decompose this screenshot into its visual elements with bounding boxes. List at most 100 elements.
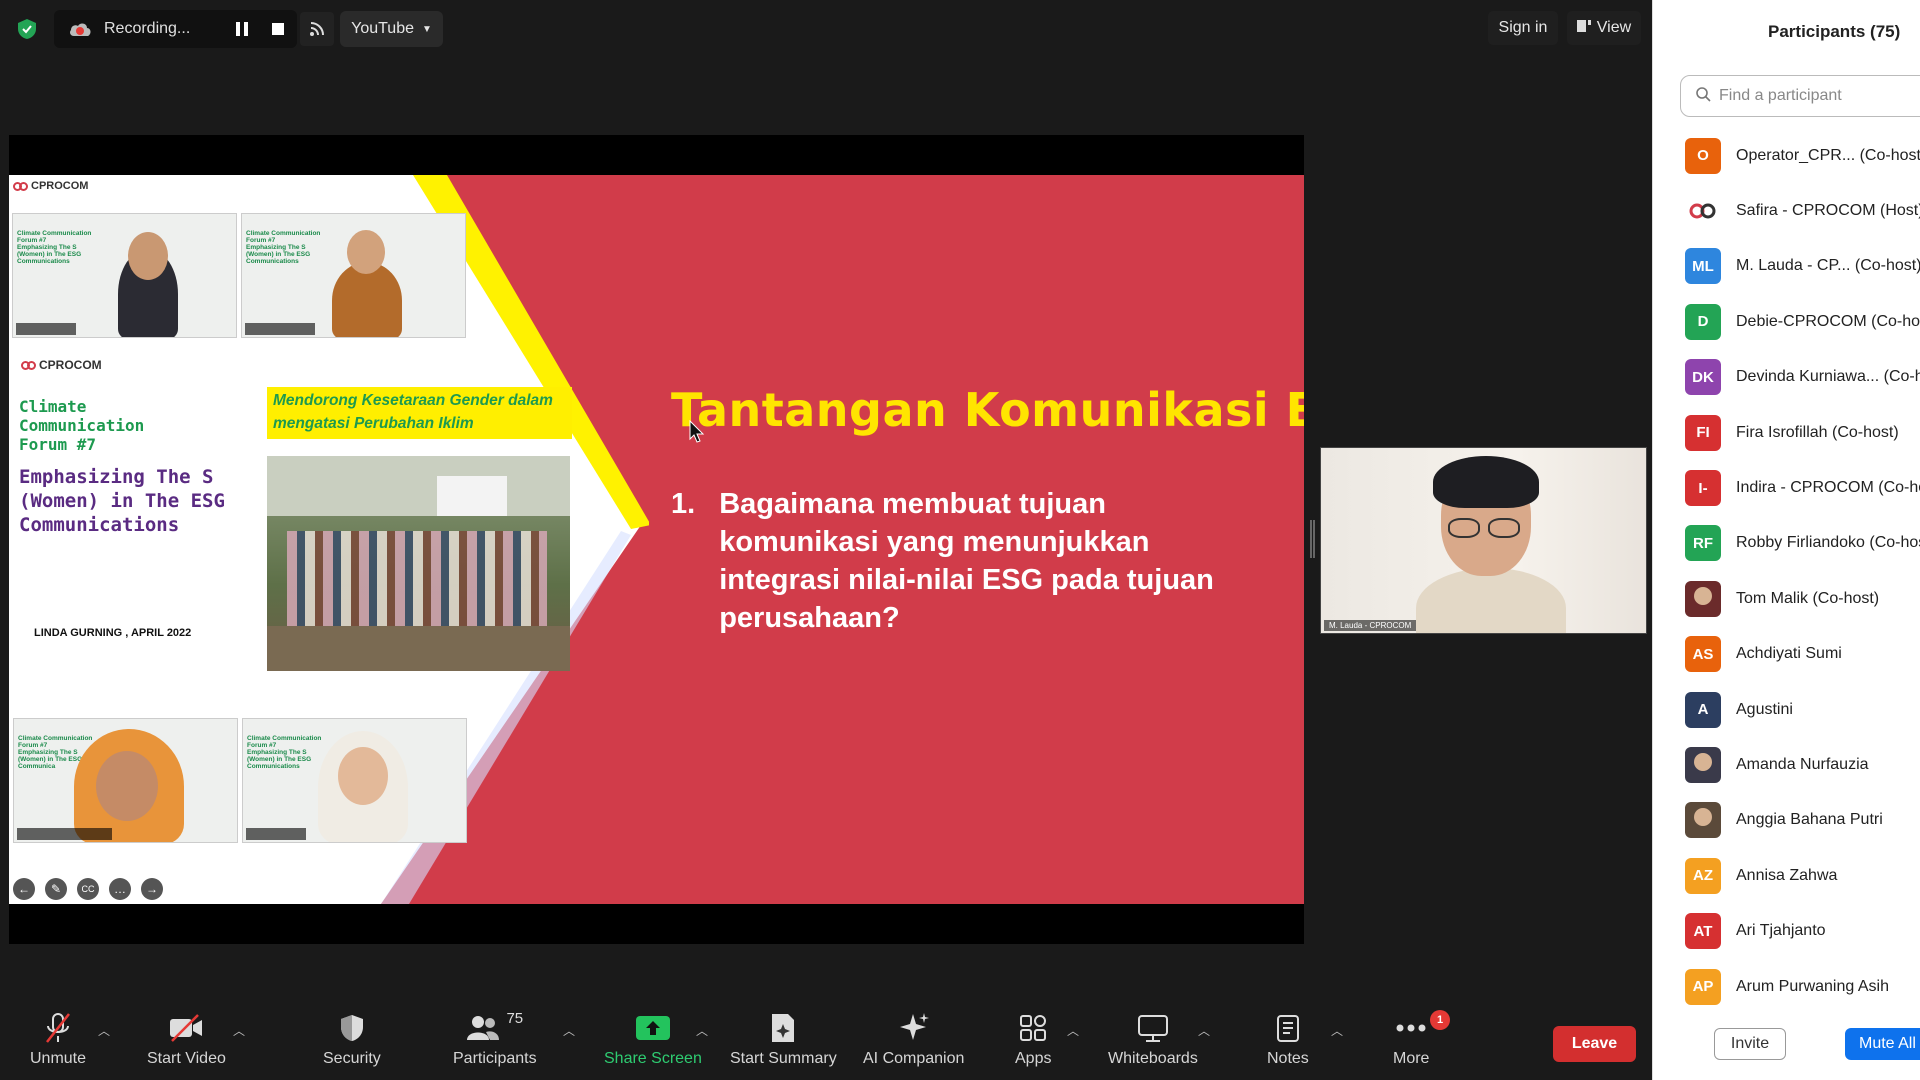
participant-avatar <box>1685 802 1721 839</box>
participant-avatar: O <box>1685 137 1721 174</box>
participant-avatar: A <box>1685 691 1721 728</box>
apps-button[interactable]: Apps <box>1015 1010 1051 1068</box>
speaker-video-tile[interactable]: M. Lauda - CPROCOM <box>1320 447 1647 634</box>
participant-name: Amanda Nurfauzia <box>1736 755 1869 773</box>
participant-row[interactable]: Safira - CPROCOM (Host) <box>1653 183 1920 238</box>
participant-row[interactable]: I- Indira - CPROCOM (Co-host) <box>1653 460 1920 515</box>
participant-row[interactable]: RF Robby Firliandoko (Co-host) <box>1653 516 1920 571</box>
gender-equality-banner: Mendorong Kesetaraan Gender dalam mengat… <box>267 387 572 439</box>
participants-options-caret-icon[interactable]: ︿ <box>563 1022 575 1039</box>
view-button[interactable]: View <box>1567 11 1641 45</box>
participant-name: Achdiyati Sumi <box>1736 645 1842 663</box>
participant-row[interactable]: D Debie-CPROCOM (Co-host) <box>1653 294 1920 349</box>
participants-count: 75 <box>506 1010 524 1027</box>
start-video-button[interactable]: Start Video <box>147 1010 226 1068</box>
ai-companion-button[interactable]: AI Companion <box>863 1010 964 1068</box>
pause-recording-button[interactable] <box>225 12 259 46</box>
participant-avatar <box>1685 193 1721 230</box>
leave-button[interactable]: Leave <box>1553 1026 1636 1062</box>
ai-sparkle-icon <box>897 1010 931 1046</box>
share-options-caret-icon[interactable]: ︿ <box>696 1022 708 1039</box>
security-button[interactable]: Security <box>323 1010 381 1068</box>
whiteboards-options-caret-icon[interactable]: ︿ <box>1198 1022 1210 1039</box>
livestream-icon[interactable] <box>300 12 334 46</box>
apps-options-caret-icon[interactable]: ︿ <box>1067 1022 1079 1039</box>
participant-name: Debie-CPROCOM (Co-host) <box>1736 312 1920 330</box>
apps-icon <box>1019 1010 1047 1046</box>
invite-button[interactable]: Invite <box>1714 1028 1786 1060</box>
slide-question: 1. Bagaimana membuat tujuan komunikasi y… <box>671 485 1271 637</box>
whiteboards-button[interactable]: Whiteboards <box>1108 1010 1198 1068</box>
participant-row[interactable]: FI Fira Isrofillah (Co-host) <box>1653 405 1920 460</box>
recording-status-text: Recording... <box>104 20 191 37</box>
participant-name: Agustini <box>1736 700 1793 718</box>
video-options-caret-icon[interactable]: ︿ <box>233 1022 245 1039</box>
caret-down-icon: ▼ <box>421 23 432 35</box>
presentation-slide: CPROCOM Climate Communication Forum #7 Em… <box>9 175 1304 904</box>
participant-row[interactable]: AT Ari Tjahjanto <box>1653 903 1920 958</box>
participant-row[interactable]: A Agustini <box>1653 682 1920 737</box>
participant-avatar: RF <box>1685 525 1721 562</box>
more-notification-badge: 1 <box>1430 1010 1450 1030</box>
mute-all-button[interactable]: Mute All <box>1845 1028 1920 1060</box>
forum-subtitle: Emphasizing The S (Women) in The ESG Com… <box>19 466 225 536</box>
participant-avatar: DK <box>1685 359 1721 396</box>
cprocom-logo: CPROCOM <box>13 180 88 192</box>
whiteboards-label: Whiteboards <box>1108 1050 1198 1067</box>
participants-icon: 75 <box>466 1010 523 1046</box>
pen-icon[interactable]: ✎ <box>45 878 67 900</box>
zoom-meeting-window: Recording... YouTube ▼ Sign in View CPRO… <box>0 0 1920 1080</box>
speaker-name-label: M. Lauda - CPROCOM <box>1324 620 1417 631</box>
group-photo <box>267 456 570 671</box>
participant-row[interactable]: Anggia Bahana Putri <box>1653 793 1920 848</box>
notes-button[interactable]: Notes <box>1267 1010 1309 1068</box>
participant-row[interactable]: AZ Annisa Zahwa <box>1653 848 1920 903</box>
participant-row[interactable]: AP Arum Purwaning Asih <box>1653 959 1920 1014</box>
view-label: View <box>1596 19 1632 36</box>
sign-in-button[interactable]: Sign in <box>1488 11 1558 45</box>
participant-row[interactable]: O Operator_CPR... (Co-host) <box>1653 128 1920 183</box>
share-screen-icon <box>635 1010 671 1046</box>
video-thumbnail: Climate Communication Forum #7 Emphasizin… <box>242 718 467 843</box>
participant-avatar: AT <box>1685 913 1721 950</box>
participants-button[interactable]: 75 Participants <box>453 1010 537 1068</box>
share-screen-button[interactable]: Share Screen <box>604 1010 702 1068</box>
cloud-recording-icon <box>68 20 92 38</box>
participant-row[interactable]: AS Achdiyati Sumi <box>1653 627 1920 682</box>
more-icon[interactable]: … <box>109 878 131 900</box>
arrow-left-icon[interactable]: ← <box>13 878 35 900</box>
unmute-button[interactable]: Unmute <box>30 1010 86 1068</box>
participant-search-input[interactable]: Find a participant <box>1680 75 1920 117</box>
audio-options-caret-icon[interactable]: ︿ <box>98 1022 110 1039</box>
notes-options-caret-icon[interactable]: ︿ <box>1331 1022 1343 1039</box>
resize-handle[interactable] <box>1310 520 1315 558</box>
participant-name: Tom Malik (Co-host) <box>1736 589 1880 607</box>
livestream-target-dropdown[interactable]: YouTube ▼ <box>340 11 443 47</box>
participants-panel: Participants (75) Find a participant O Op… <box>1652 0 1920 1080</box>
notes-label: Notes <box>1267 1050 1309 1067</box>
participant-name: Arum Purwaning Asih <box>1736 977 1889 995</box>
question-number: 1. <box>671 488 696 520</box>
more-button[interactable]: More <box>1393 1010 1429 1068</box>
notes-icon <box>1276 1010 1300 1046</box>
participant-row[interactable]: ML M. Lauda - CP... (Co-host) <box>1653 239 1920 294</box>
ai-companion-label: AI Companion <box>863 1050 965 1067</box>
participant-row[interactable]: Tom Malik (Co-host) <box>1653 571 1920 626</box>
share-screen-label: Share Screen <box>604 1050 702 1067</box>
cprocom-logo: CPROCOM <box>21 358 102 372</box>
captions-icon[interactable]: CC <box>77 878 99 900</box>
stop-recording-button[interactable] <box>261 12 295 46</box>
participant-name: Safira - CPROCOM (Host) <box>1736 202 1920 220</box>
participant-name: Devinda Kurniawa... (Co-host) <box>1736 368 1920 386</box>
shield-check-icon[interactable] <box>16 18 38 40</box>
participant-row[interactable]: Amanda Nurfauzia <box>1653 737 1920 792</box>
more-dots-icon <box>1395 1010 1427 1046</box>
arrow-right-icon[interactable]: → <box>141 878 163 900</box>
participant-avatar <box>1685 746 1721 783</box>
participant-row[interactable]: DK Devinda Kurniawa... (Co-host) <box>1653 350 1920 405</box>
meeting-main-area: Recording... YouTube ▼ Sign in View CPRO… <box>0 0 1652 1080</box>
start-summary-label: Start Summary <box>730 1050 837 1067</box>
start-summary-button[interactable]: Start Summary <box>730 1010 837 1068</box>
participant-name: Indira - CPROCOM (Co-host) <box>1736 479 1920 497</box>
participant-name: M. Lauda - CP... (Co-host) <box>1736 257 1920 275</box>
